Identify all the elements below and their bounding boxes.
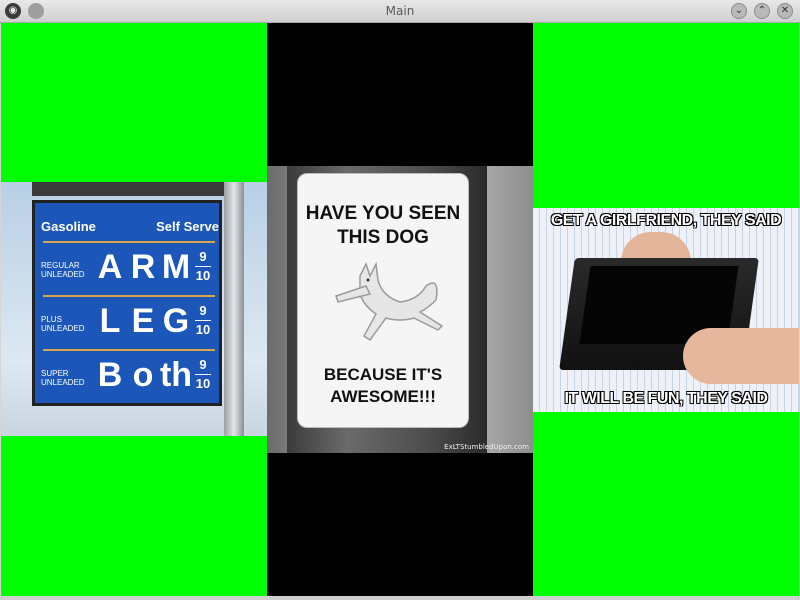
window-titlebar[interactable]: ◉ Main ⌄ ⌃ ✕: [0, 0, 800, 23]
gas-sign-image: Gasoline Self Serve REGULAR UNLEADED A R…: [1, 182, 267, 436]
dog-illustration: [335, 261, 444, 342]
price-letter: A: [97, 247, 123, 286]
price-row: PLUS UNLEADED L E G 9 10: [35, 301, 219, 347]
price-letter: th: [159, 355, 193, 394]
price-letter: L: [99, 301, 121, 340]
minimize-icon[interactable]: ⌄: [731, 3, 747, 19]
grade-label: SUPER UNLEADED: [41, 369, 85, 387]
price-letter: R: [130, 247, 156, 286]
image-panel-right: GET A GIRLFRIEND, THEY SAID IT WILL BE F…: [533, 23, 799, 596]
price-letter: M: [161, 247, 191, 286]
header-left-text: Gasoline: [41, 219, 96, 234]
wallet-meme-image: GET A GIRLFRIEND, THEY SAID IT WILL BE F…: [533, 208, 799, 412]
image-panel-center: HAVE YOU SEEN THIS DOG BECAUSE IT'S AWES…: [267, 23, 533, 596]
image-panel-left: Gasoline Self Serve REGULAR UNLEADED A R…: [1, 23, 267, 596]
price-letter: G: [162, 301, 190, 340]
poster-footer-text: BECAUSE IT'S AWESOME!!!: [323, 365, 443, 406]
grade-label: REGULAR UNLEADED: [41, 261, 85, 279]
sign-pole: [224, 182, 244, 436]
image-credit: ExLTStumbledUpon.com: [444, 443, 529, 451]
divider: [43, 295, 215, 297]
price-fraction: 9 10: [195, 357, 211, 391]
price-fraction: 9 10: [195, 249, 211, 283]
header-right-text: Self Serve: [156, 219, 219, 234]
meme-caption-top: GET A GIRLFRIEND, THEY SAID: [550, 212, 782, 229]
maximize-icon[interactable]: ⌃: [754, 3, 770, 19]
hand: [683, 328, 799, 384]
window-title: Main: [385, 4, 415, 18]
close-icon[interactable]: ✕: [777, 3, 793, 19]
price-row: SUPER UNLEADED B o th 9 10: [35, 355, 219, 401]
price-board: Gasoline Self Serve REGULAR UNLEADED A R…: [32, 200, 222, 406]
poster-headline: HAVE YOU SEEN THIS DOG: [305, 203, 461, 248]
sign-top: [32, 182, 224, 196]
board-header: Gasoline Self Serve: [41, 219, 219, 234]
price-letter: E: [131, 301, 155, 340]
poster: HAVE YOU SEEN THIS DOG BECAUSE IT'S AWES…: [297, 173, 469, 428]
price-letter: B: [97, 355, 123, 394]
divider: [43, 241, 215, 243]
price-letter: o: [132, 355, 154, 394]
price-row: REGULAR UNLEADED A R M 9 10: [35, 247, 219, 293]
divider: [43, 349, 215, 351]
grade-label: PLUS UNLEADED: [41, 315, 85, 333]
window-bottom-border: [0, 596, 800, 600]
meme-caption-bottom: IT WILL BE FUN, THEY SAID: [564, 390, 768, 407]
dog-poster-image: HAVE YOU SEEN THIS DOG BECAUSE IT'S AWES…: [267, 166, 533, 453]
price-fraction: 9 10: [195, 303, 211, 337]
